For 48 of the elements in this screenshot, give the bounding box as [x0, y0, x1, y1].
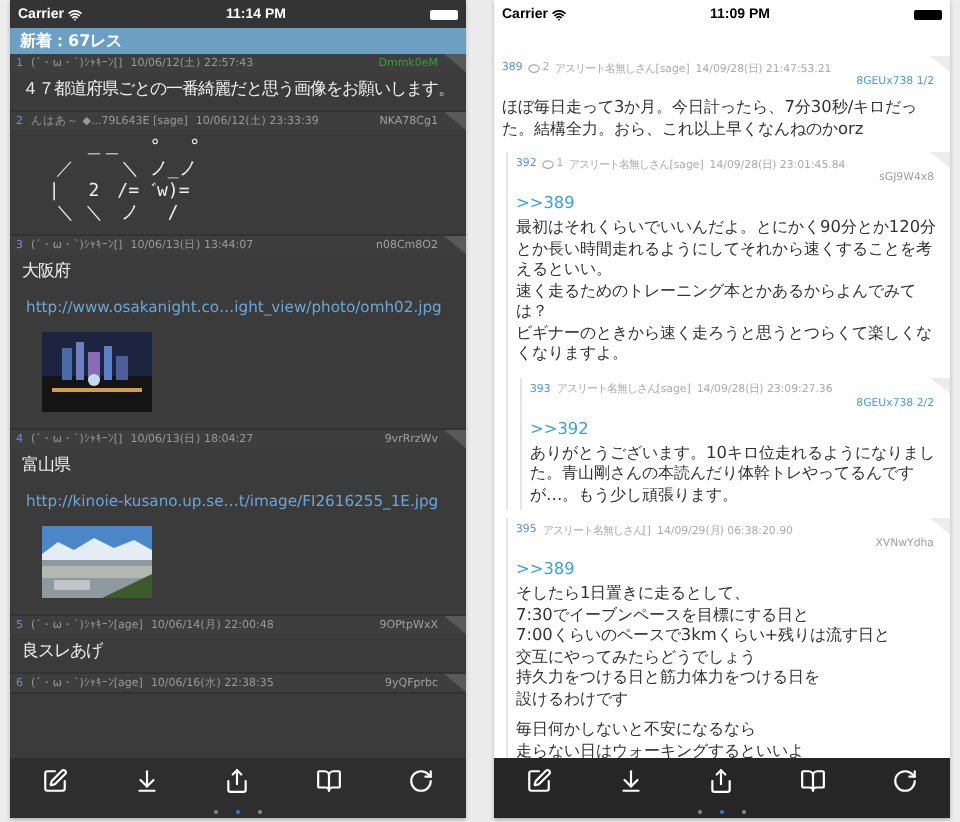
share-button[interactable] — [224, 768, 251, 794]
compose-button[interactable] — [42, 768, 69, 794]
battery-icon — [914, 9, 942, 19]
post-text-line: 交互にやってみたらどうでしょう — [516, 645, 758, 666]
corner-mark — [444, 112, 466, 130]
reply-anchor-link[interactable]: >>392 — [522, 413, 950, 437]
post-text-line: ほぼ毎日走って3か月。今日計ったら、7分30秒/キロだった。結構全力。おら、これ以上早くなんねのかorz — [502, 96, 920, 138]
book-button[interactable] — [316, 768, 343, 794]
battery-icon — [430, 9, 458, 19]
corner-mark — [444, 674, 466, 692]
corner-mark — [444, 616, 466, 634]
post-text-line: ビギナーのときから速く走ろうと思うとつらくて楽しくなくなりますよ。 — [516, 321, 934, 363]
download-button[interactable] — [133, 768, 160, 794]
post-text: 大阪府 — [20, 258, 73, 284]
post-text: 良スレあげ — [20, 638, 105, 664]
post-text-line: 速く走るためのトレーニング本とかあるからよんでみては？ — [516, 279, 918, 321]
wifi-icon — [67, 7, 82, 21]
corner-mark — [930, 377, 950, 393]
compose-button[interactable] — [526, 768, 553, 794]
post-text: 富山県 — [20, 452, 73, 478]
corner-mark — [930, 56, 950, 72]
corner-mark — [444, 236, 466, 254]
post-text: ４７都道府県ごとの一番綺麗だと思う画像をお願いします。 — [20, 76, 456, 102]
refresh-button[interactable] — [891, 768, 918, 794]
post-text-line: 毎日何かしないと不安になるなら — [516, 718, 758, 739]
reply-anchor-link[interactable]: >>389 — [508, 554, 950, 578]
post-text-line: 設けるわけです — [516, 687, 630, 708]
post-text-line: そしたら1日置きに走るとして、 — [516, 582, 753, 603]
new-replies-banner: 新着：67レス — [10, 28, 466, 54]
corner-mark — [930, 518, 950, 534]
post-text-line: 7:30でイーブンペースを目標にする日と — [516, 603, 811, 624]
share-button[interactable] — [708, 768, 735, 794]
comment-icon — [528, 63, 541, 73]
ascii-art: ＿＿ ° ° ／ ＼ ノ_ノ | 2 /=゛w)= ＼ ＼ ノ / — [46, 138, 203, 226]
corner-mark — [930, 152, 950, 168]
comment-icon — [542, 159, 555, 169]
corner-mark — [444, 430, 466, 448]
post-text-line: 7:00くらいのペースで3kmくらい+残りは流す日と — [516, 624, 893, 645]
reply-anchor-link[interactable]: >>389 — [508, 188, 950, 212]
post-text-line: ありがとうございます。10キロ位走れるようになりました。青山剛さんの本読んだり体幹トレやってるんですが…。もう少し頑張ります。 — [530, 441, 937, 504]
refresh-button[interactable] — [407, 768, 434, 794]
wifi-icon — [551, 7, 566, 21]
book-button[interactable] — [800, 768, 827, 794]
download-button[interactable] — [617, 768, 644, 794]
post-text-line: 持久力をつける日と筋力体力をつける日を — [516, 666, 822, 687]
post-text-line: 最初はそれくらいでいいんだよ。とにかく90分とか120分とか長い時間走れるようにしてそれから速くすることを考えるといい。 — [516, 216, 939, 279]
corner-mark — [444, 54, 466, 72]
post-text-line: 走らない日はウォーキングするといいよ — [516, 739, 806, 758]
